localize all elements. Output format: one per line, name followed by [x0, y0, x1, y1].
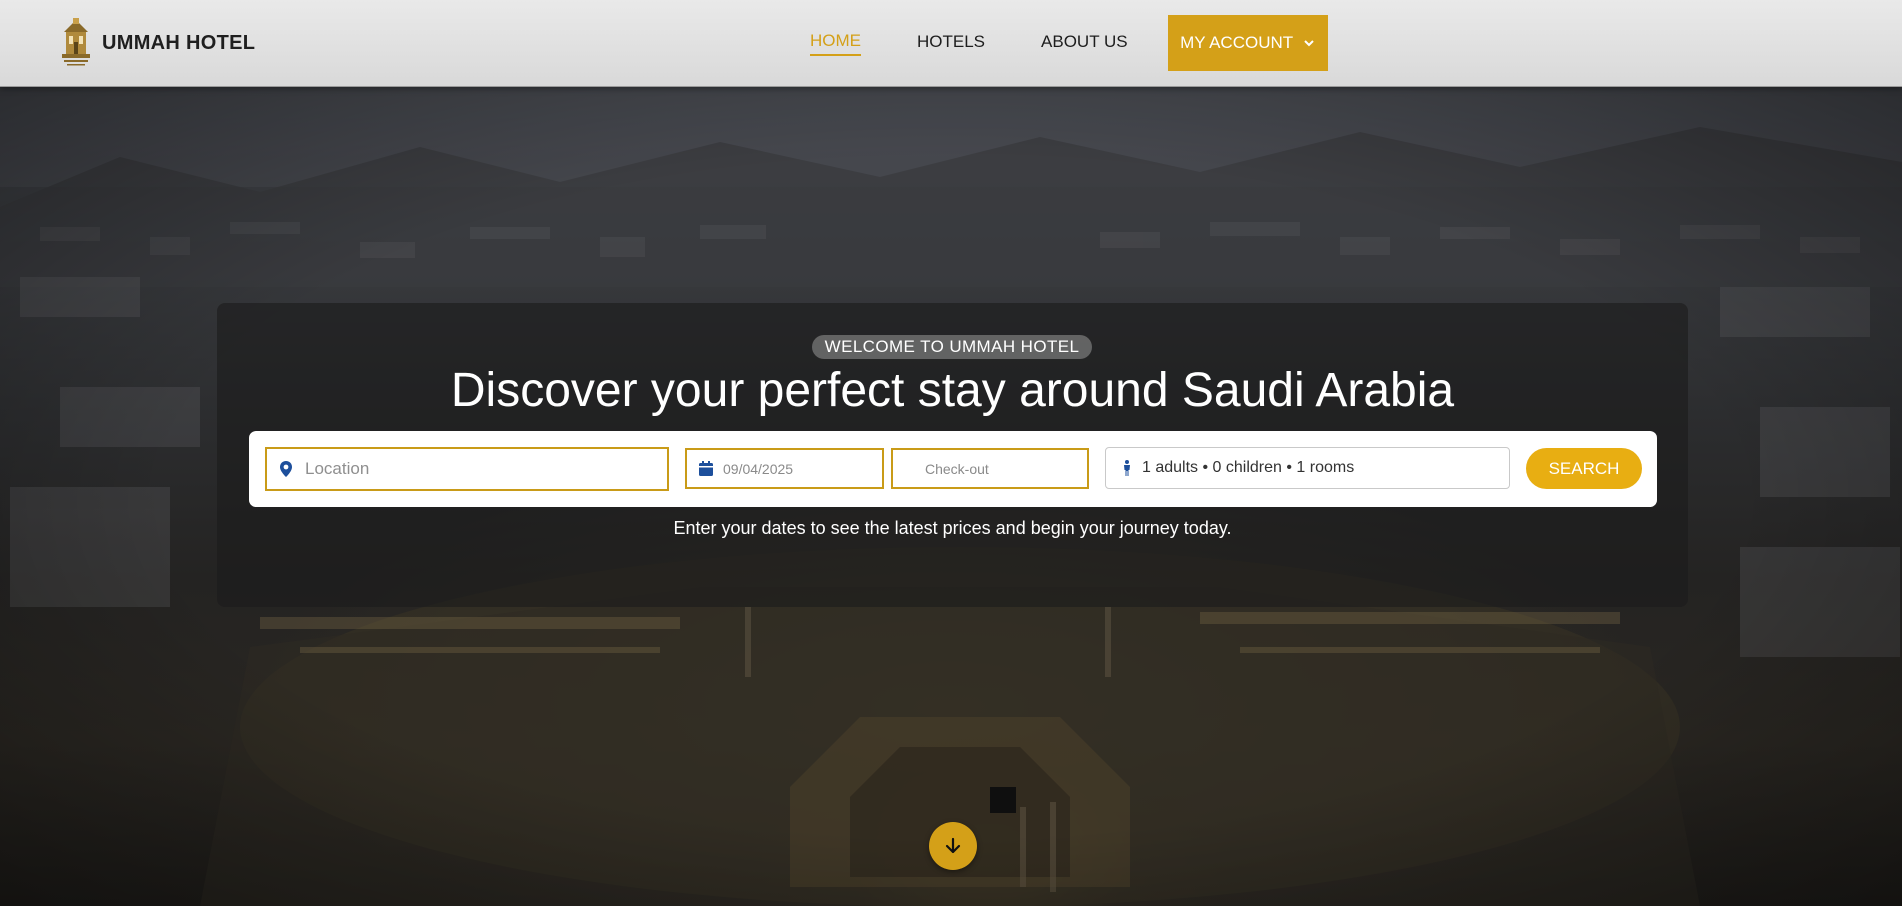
- map-pin-icon: [280, 461, 292, 477]
- guests-value: 1 adults • 0 children • 1 rooms: [1142, 459, 1355, 476]
- checkout-placeholder: Check-out: [925, 460, 989, 477]
- nav-home[interactable]: HOME: [810, 31, 861, 56]
- nav-about-us[interactable]: ABOUT US: [1041, 32, 1128, 55]
- location-input[interactable]: [303, 458, 667, 480]
- brand[interactable]: UMMAH HOTEL: [60, 18, 255, 68]
- my-account-button[interactable]: MY ACCOUNT: [1167, 15, 1328, 71]
- arrow-down-icon: [945, 837, 961, 854]
- welcome-badge: WELCOME TO UMMAH HOTEL: [812, 335, 1092, 359]
- person-icon: [1124, 460, 1130, 476]
- hero-title: Discover your perfect stay around Saudi …: [450, 364, 1455, 417]
- my-account-label: MY ACCOUNT: [1180, 33, 1294, 52]
- brand-name: UMMAH HOTEL: [102, 31, 256, 54]
- hero-tagline: Enter your dates to see the latest price…: [673, 518, 1232, 538]
- checkout-field[interactable]: Check-out: [891, 448, 1089, 489]
- location-field[interactable]: [265, 447, 669, 491]
- search-bar: 09/04/2025 Check-out 1 adults • 0 childr…: [249, 431, 1657, 507]
- guests-selector[interactable]: 1 adults • 0 children • 1 rooms: [1105, 447, 1510, 489]
- calendar-icon: [699, 460, 713, 476]
- scroll-down-button[interactable]: [929, 822, 977, 870]
- site-header: UMMAH HOTEL HOME HOTELS ABOUT US MY ACCO…: [0, 0, 1902, 87]
- search-button[interactable]: SEARCH: [1526, 448, 1642, 489]
- hotel-crest-logo: [62, 18, 90, 66]
- chevron-down-icon: [1304, 40, 1314, 47]
- checkin-value: 09/04/2025: [723, 460, 794, 477]
- checkin-field[interactable]: 09/04/2025: [685, 448, 884, 489]
- nav-hotels[interactable]: HOTELS: [917, 32, 985, 55]
- main-nav: HOME HOTELS ABOUT US MY ACCOUNT: [810, 15, 1328, 71]
